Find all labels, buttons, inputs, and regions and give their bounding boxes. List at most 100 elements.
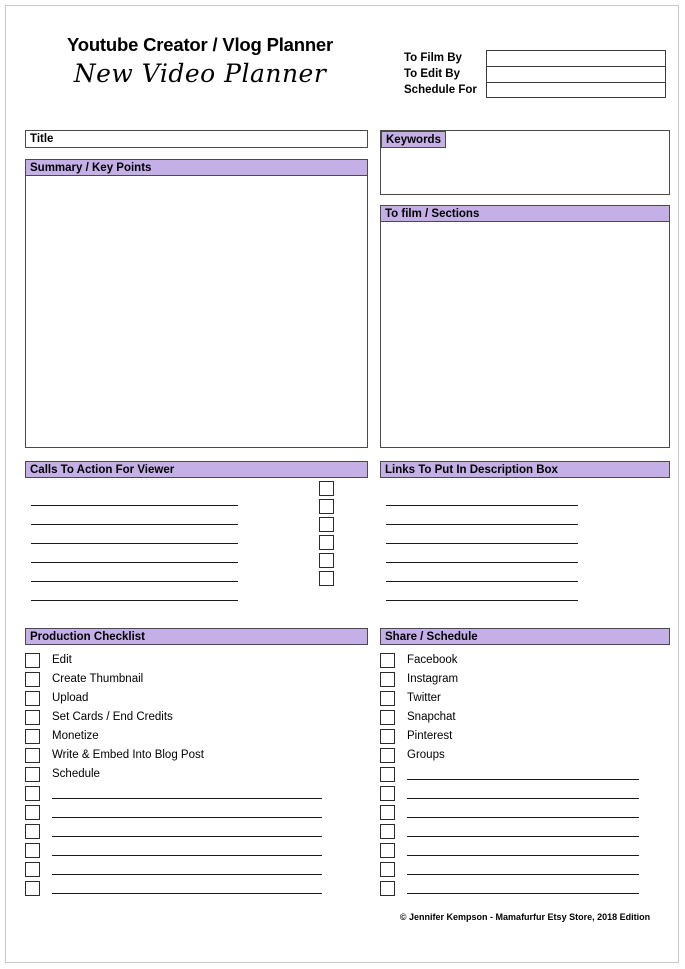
checkbox[interactable]: [380, 843, 395, 858]
checkbox[interactable]: [25, 748, 40, 763]
checklist-row[interactable]: Upload: [25, 689, 368, 708]
write-on-line[interactable]: [386, 582, 578, 601]
checkbox[interactable]: [25, 653, 40, 668]
checklist-blank-row[interactable]: [380, 784, 670, 803]
write-on-line[interactable]: [407, 769, 639, 780]
write-on-line[interactable]: [52, 788, 322, 799]
checkbox[interactable]: [380, 862, 395, 877]
checkbox[interactable]: [380, 881, 395, 896]
checkbox[interactable]: [25, 767, 40, 782]
checklist-blank-row[interactable]: [25, 879, 368, 898]
checkbox[interactable]: [319, 571, 334, 586]
checkbox[interactable]: [25, 786, 40, 801]
checkbox[interactable]: [380, 653, 395, 668]
write-on-line[interactable]: [52, 807, 322, 818]
checklist-row[interactable]: Edit: [25, 651, 368, 670]
write-on-line[interactable]: [31, 544, 238, 563]
to-film-header: To film / Sections: [380, 205, 670, 222]
checkbox[interactable]: [380, 710, 395, 725]
checkbox[interactable]: [380, 824, 395, 839]
checkbox[interactable]: [380, 691, 395, 706]
date-input-edit-by[interactable]: [486, 66, 666, 82]
write-on-line[interactable]: [52, 864, 322, 875]
summary-textarea[interactable]: [25, 176, 368, 448]
keywords-label: Keywords: [381, 131, 446, 148]
date-input-schedule-for[interactable]: [486, 82, 666, 98]
checkbox[interactable]: [380, 805, 395, 820]
write-on-line[interactable]: [407, 788, 639, 799]
to-film-section: To film / Sections: [380, 205, 670, 448]
checklist-blank-row[interactable]: [380, 822, 670, 841]
checkbox[interactable]: [25, 672, 40, 687]
checklist-blank-row[interactable]: [25, 784, 368, 803]
checklist-row[interactable]: Facebook: [380, 651, 670, 670]
checklist-blank-row[interactable]: [25, 822, 368, 841]
checkbox[interactable]: [380, 786, 395, 801]
calls-to-action-header: Calls To Action For Viewer: [25, 461, 368, 478]
write-on-line[interactable]: [52, 845, 322, 856]
write-on-line[interactable]: [52, 826, 322, 837]
write-on-line[interactable]: [407, 826, 639, 837]
checkbox[interactable]: [319, 499, 334, 514]
checkbox[interactable]: [25, 862, 40, 877]
title-field[interactable]: Title: [25, 130, 368, 148]
checklist-blank-row[interactable]: [380, 841, 670, 860]
checkbox[interactable]: [319, 553, 334, 568]
checklist-row[interactable]: Groups: [380, 746, 670, 765]
checklist-row[interactable]: Write & Embed Into Blog Post: [25, 746, 368, 765]
page-title: Youtube Creator / Vlog Planner: [66, 34, 334, 55]
write-on-line[interactable]: [407, 807, 639, 818]
checklist-row[interactable]: Instagram: [380, 670, 670, 689]
write-on-line[interactable]: [407, 883, 639, 894]
checklist-row[interactable]: Twitter: [380, 689, 670, 708]
checklist-row[interactable]: Schedule: [25, 765, 368, 784]
checkbox[interactable]: [380, 767, 395, 782]
keywords-box[interactable]: Keywords: [380, 130, 670, 195]
date-input-film-by[interactable]: [486, 50, 666, 66]
checkbox[interactable]: [25, 729, 40, 744]
calls-to-action-checkboxes: [319, 481, 334, 589]
links-header: Links To Put In Description Box: [380, 461, 670, 478]
write-on-line[interactable]: [407, 845, 639, 856]
to-film-textarea[interactable]: [380, 222, 670, 448]
checkbox[interactable]: [25, 843, 40, 858]
write-on-line[interactable]: [52, 883, 322, 894]
checkbox[interactable]: [380, 748, 395, 763]
write-on-line[interactable]: [386, 544, 578, 563]
checklist-row[interactable]: Monetize: [25, 727, 368, 746]
checkbox[interactable]: [25, 824, 40, 839]
checkbox[interactable]: [319, 517, 334, 532]
checklist-blank-row[interactable]: [380, 803, 670, 822]
checkbox[interactable]: [319, 481, 334, 496]
checkbox[interactable]: [25, 805, 40, 820]
checkbox[interactable]: [380, 729, 395, 744]
checklist-row[interactable]: Pinterest: [380, 727, 670, 746]
checklist-label: Monetize: [52, 730, 99, 742]
write-on-line[interactable]: [31, 582, 238, 601]
checklist-blank-row[interactable]: [25, 860, 368, 879]
share-schedule-header: Share / Schedule: [380, 628, 670, 645]
write-on-line[interactable]: [386, 506, 578, 525]
write-on-line[interactable]: [386, 563, 578, 582]
checkbox[interactable]: [319, 535, 334, 550]
write-on-line[interactable]: [31, 525, 238, 544]
checklist-blank-row[interactable]: [25, 803, 368, 822]
checkbox[interactable]: [25, 881, 40, 896]
write-on-line[interactable]: [386, 525, 578, 544]
write-on-line[interactable]: [31, 506, 238, 525]
write-on-line[interactable]: [31, 487, 238, 506]
checklist-blank-row[interactable]: [380, 765, 670, 784]
write-on-line[interactable]: [386, 487, 578, 506]
checklist-blank-row[interactable]: [25, 841, 368, 860]
write-on-line[interactable]: [407, 864, 639, 875]
share-schedule-section: Share / Schedule Facebook Instagram Twit…: [380, 628, 670, 898]
checkbox[interactable]: [25, 710, 40, 725]
checklist-row[interactable]: Create Thumbnail: [25, 670, 368, 689]
checklist-blank-row[interactable]: [380, 879, 670, 898]
checklist-row[interactable]: Set Cards / End Credits: [25, 708, 368, 727]
write-on-line[interactable]: [31, 563, 238, 582]
checkbox[interactable]: [25, 691, 40, 706]
checklist-blank-row[interactable]: [380, 860, 670, 879]
checkbox[interactable]: [380, 672, 395, 687]
checklist-row[interactable]: Snapchat: [380, 708, 670, 727]
